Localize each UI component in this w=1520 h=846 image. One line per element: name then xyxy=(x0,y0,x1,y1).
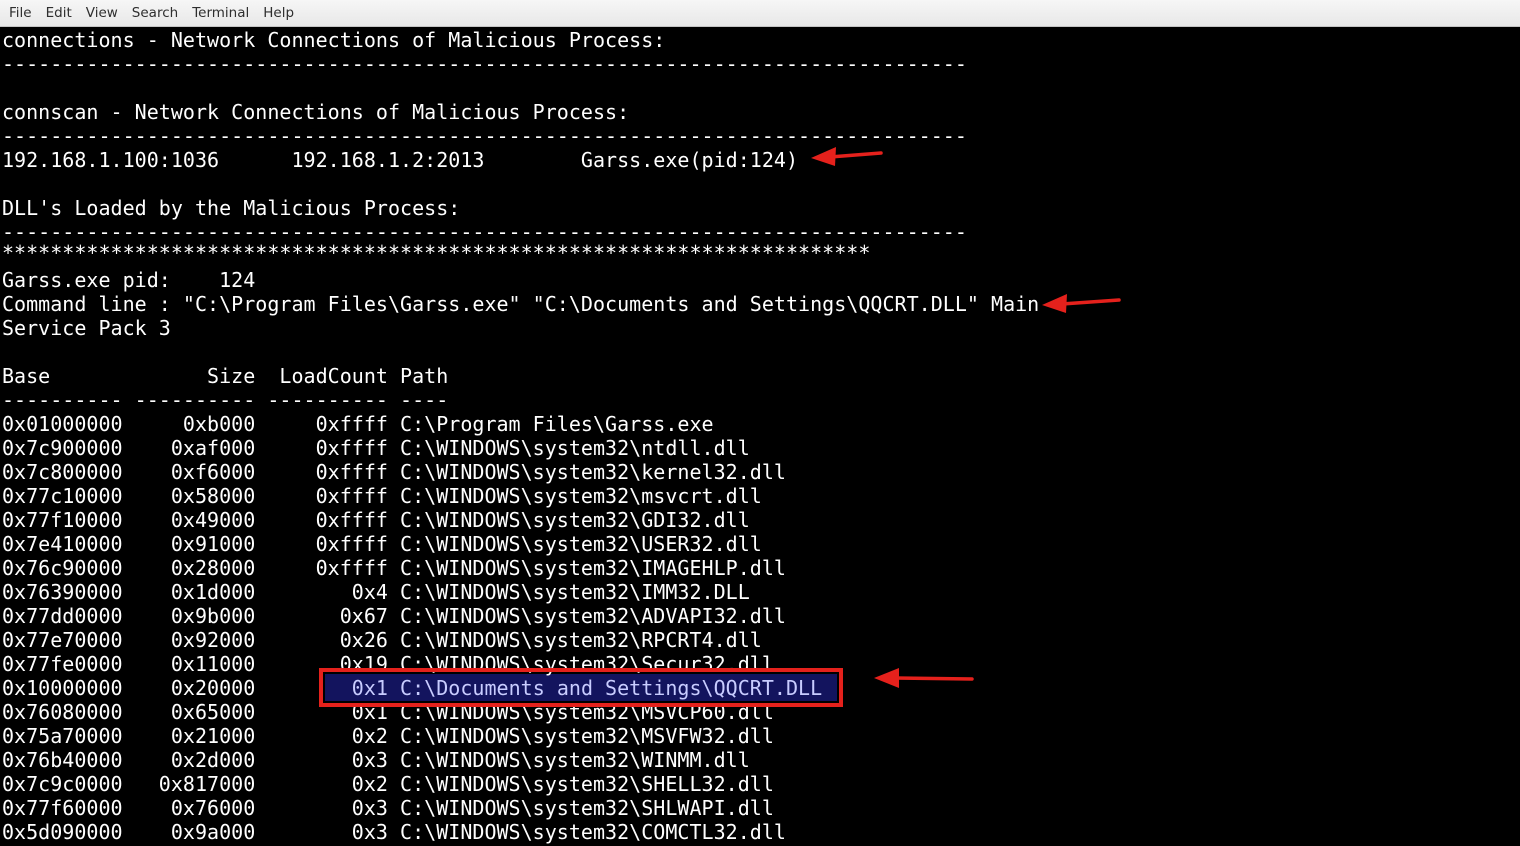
menu-view[interactable]: View xyxy=(79,2,125,24)
menu-terminal[interactable]: Terminal xyxy=(185,2,256,24)
menu-edit[interactable]: Edit xyxy=(39,2,79,24)
arrow-icon xyxy=(811,147,883,166)
menu-file[interactable]: File xyxy=(2,2,39,24)
annotation-arrows xyxy=(811,147,1121,688)
arrow-icon xyxy=(874,668,974,688)
menubar: File Edit View Search Terminal Help xyxy=(0,0,1520,27)
terminal-output[interactable]: connections - Network Connections of Mal… xyxy=(0,27,1520,846)
menu-search[interactable]: Search xyxy=(125,2,185,24)
menu-help[interactable]: Help xyxy=(256,2,301,24)
arrow-icon xyxy=(1042,294,1121,313)
